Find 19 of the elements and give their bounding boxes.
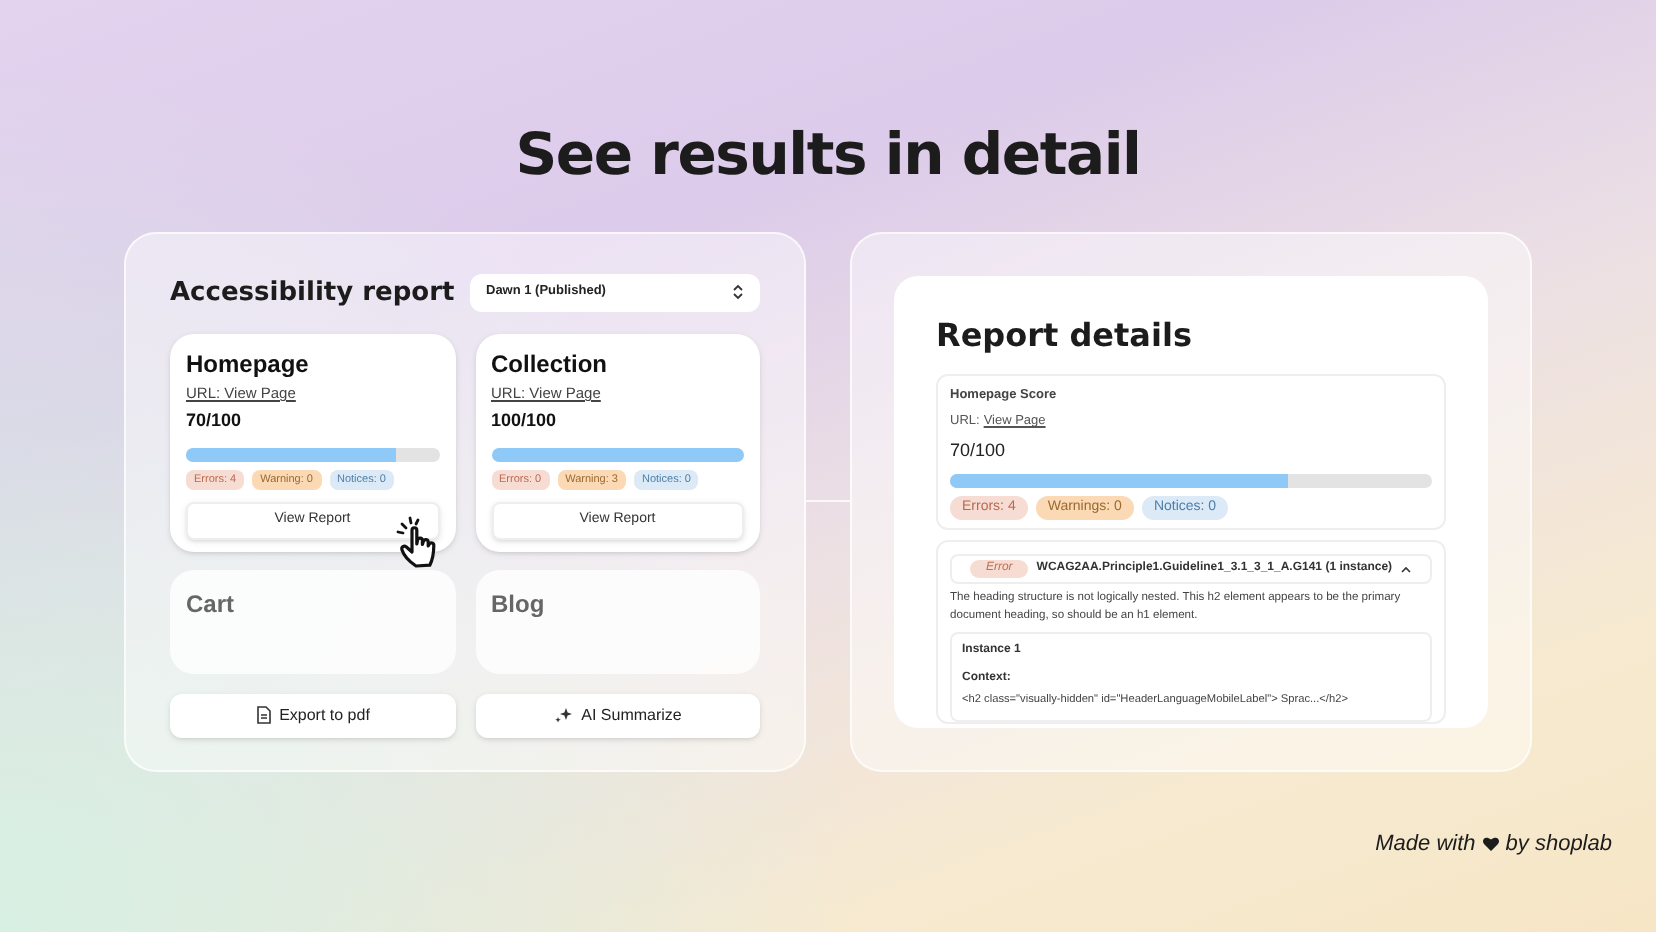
page-title: Cart	[186, 587, 237, 621]
chevron-icon	[1400, 565, 1413, 573]
action-button[interactable]: Export to pdf	[170, 693, 455, 737]
details-title: Report details	[936, 313, 1194, 357]
sparkle-icon	[553, 706, 574, 724]
brand-text: by shoplab	[1505, 829, 1612, 859]
page-title: Homepage	[186, 348, 311, 382]
page-score: 100/100	[491, 408, 559, 435]
details-score: 70/100	[950, 438, 1008, 464]
chevron-updown-icon	[732, 284, 744, 301]
page-title: Collection	[491, 348, 610, 382]
page-score: 70/100	[186, 408, 244, 435]
headline: See results in detail	[515, 118, 1141, 192]
report-title: Accessibility report	[170, 275, 455, 311]
page-title: Blog	[491, 587, 547, 621]
made-with-text: Made with	[1375, 829, 1476, 859]
document-icon	[255, 706, 272, 724]
heart-icon	[1481, 835, 1500, 852]
action-button[interactable]: AI Summarize	[475, 693, 760, 737]
